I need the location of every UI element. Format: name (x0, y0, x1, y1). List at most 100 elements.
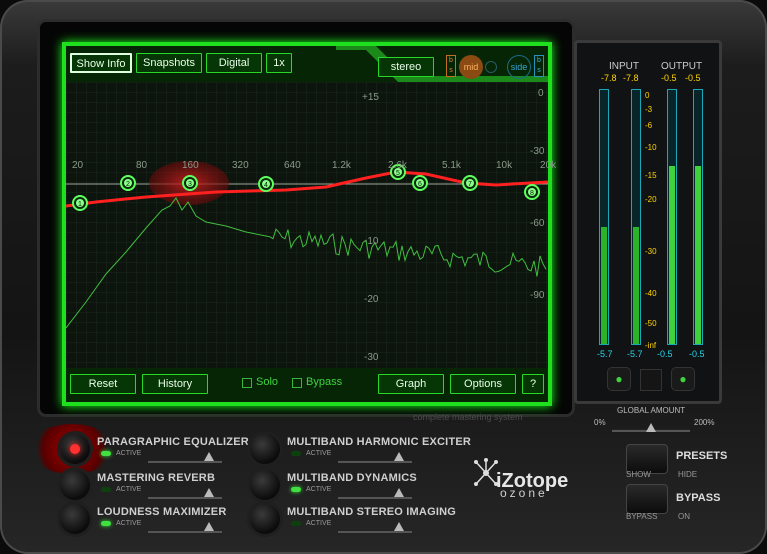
band-node-4[interactable]: 4 (258, 176, 274, 192)
output-rms-left: -0.5 (657, 349, 673, 359)
band-node-2[interactable]: 2 (120, 175, 136, 191)
db-tick-minus30: -30 (364, 352, 379, 363)
screen-bottom-bar: Reset History Solo Bypass Graph Options … (66, 368, 548, 402)
band-node-number: 5 (396, 170, 400, 177)
side-bs-toggle[interactable]: bs (534, 55, 544, 77)
module-amount-thumb[interactable] (204, 452, 214, 461)
band-node-number: 3 (188, 181, 192, 188)
graph-button[interactable]: Graph (378, 374, 444, 394)
presets-show-label: SHOW (626, 470, 651, 479)
band-node-number: 4 (264, 182, 268, 189)
freq-tick: 1.2k (332, 160, 351, 171)
history-button[interactable]: History (142, 374, 208, 394)
module-power-button[interactable] (60, 470, 90, 500)
freq-tick: 2.6k (388, 160, 407, 171)
meter-scale-tick: -10 (645, 143, 657, 152)
band-node-7[interactable]: 7 (462, 175, 478, 191)
output-link-icon[interactable]: ● (671, 367, 695, 391)
module-active-led[interactable] (291, 451, 301, 456)
meter-scale-tick: -20 (645, 195, 657, 204)
output-label: OUTPUT (661, 61, 703, 72)
presets-hide-label: HIDE (678, 470, 698, 479)
band-node-3[interactable]: 3 (182, 175, 198, 191)
band-node-6[interactable]: 6 (412, 175, 428, 191)
module-amount-thumb[interactable] (394, 488, 404, 497)
band-node-8[interactable]: 8 (524, 184, 540, 200)
band-node-number: 8 (530, 190, 534, 197)
freq-tick: 20 (72, 160, 84, 171)
spectrum-db-60: -60 (530, 218, 545, 229)
meter-scale-tick: -50 (645, 319, 657, 328)
spectrum-db-0: 0 (538, 88, 544, 99)
reset-button[interactable]: Reset (70, 374, 136, 394)
module-power-button[interactable] (250, 504, 280, 534)
snapshots-button[interactable]: Snapshots (136, 53, 202, 73)
spectrum-db-90: -90 (530, 290, 545, 301)
module-power-button[interactable] (60, 504, 90, 534)
link-ms-icon[interactable] (485, 61, 497, 73)
help-button[interactable]: ? (522, 374, 544, 394)
input-meter-right (631, 89, 641, 345)
stereo-mode-button[interactable]: stereo (378, 57, 434, 77)
module-active-label: ACTIVE (306, 486, 332, 493)
bypass-checkbox[interactable] (292, 378, 302, 388)
digital-button[interactable]: Digital (206, 53, 262, 73)
freq-tick: 20k (540, 160, 557, 171)
global-amount-thumb[interactable] (646, 423, 656, 432)
output-meter-right (693, 89, 703, 345)
oversampling-button[interactable]: 1x (266, 53, 292, 73)
bypass-label: Bypass (306, 376, 343, 388)
band-node-number: 2 (126, 181, 130, 188)
input-link-icon[interactable]: ● (607, 367, 631, 391)
freq-tick: 320 (232, 160, 249, 171)
meter-mode-icon[interactable] (640, 369, 662, 391)
module-amount-thumb[interactable] (394, 452, 404, 461)
meter-scale-tick: -40 (645, 289, 657, 298)
module-active-led[interactable] (101, 451, 111, 456)
mid-bs-toggle[interactable]: bs (446, 55, 456, 77)
module-power-button[interactable] (250, 470, 280, 500)
db-tick-minus10: -10 (364, 236, 379, 247)
module-power-button[interactable] (60, 434, 90, 464)
output-peak-right: -0.5 (685, 73, 701, 83)
show-info-button[interactable]: Show Info (70, 53, 132, 73)
module-label: MASTERING REVERB (97, 472, 216, 484)
meter-scale-tick: -15 (645, 171, 657, 180)
product-name: ozone (500, 486, 548, 500)
input-meter-left (599, 89, 609, 345)
module-amount-thumb[interactable] (204, 488, 214, 497)
module-active-led[interactable] (291, 487, 301, 492)
output-peak-left: -0.5 (661, 73, 677, 83)
band-node-1[interactable]: 1 (72, 195, 88, 211)
options-button[interactable]: Options (450, 374, 516, 394)
freq-tick: 5.1k (442, 160, 461, 171)
module-label: MULTIBAND HARMONIC EXCITER (287, 436, 472, 448)
module-active-label: ACTIVE (116, 520, 142, 527)
module-amount-thumb[interactable] (394, 522, 404, 531)
bypass-off-label: BYPASS (626, 512, 658, 521)
bypass-main-label: BYPASS (676, 492, 721, 504)
input-peak-right: -7.8 (623, 73, 639, 83)
tagline: complete mastering system (413, 412, 523, 422)
mid-button[interactable]: mid (459, 55, 483, 79)
side-button[interactable]: side (507, 55, 531, 79)
eq-graph[interactable]: 1 2 3 4 5 6 7 8 +15 -10 -20 -30 0 -30 -60 -90 2… (66, 82, 556, 368)
module-amount-thumb[interactable] (204, 522, 214, 531)
module-label: LOUDNESS MAXIMIZER (97, 506, 227, 518)
module-active-led[interactable] (101, 487, 111, 492)
meter-scale-tick: 0 (645, 91, 650, 100)
input-label: INPUT (609, 61, 639, 72)
bypass-button[interactable] (626, 484, 668, 514)
module-active-led[interactable] (291, 521, 301, 526)
band-node-number: 1 (78, 201, 82, 208)
meter-scale-tick: -6 (645, 121, 653, 130)
module-active-led[interactable] (101, 521, 111, 526)
solo-checkbox[interactable] (242, 378, 252, 388)
eq-graph-canvas: 1 2 3 4 5 6 7 8 (66, 82, 548, 368)
screen-toolbar: Show Info Snapshots Digital 1x stereo bs… (66, 46, 548, 82)
bypass-on-label: ON (678, 512, 690, 521)
module-label: MULTIBAND STEREO IMAGING (287, 506, 456, 518)
input-peak-left: -7.8 (601, 73, 617, 83)
module-power-button[interactable] (250, 434, 280, 464)
output-meter-left (667, 89, 677, 345)
